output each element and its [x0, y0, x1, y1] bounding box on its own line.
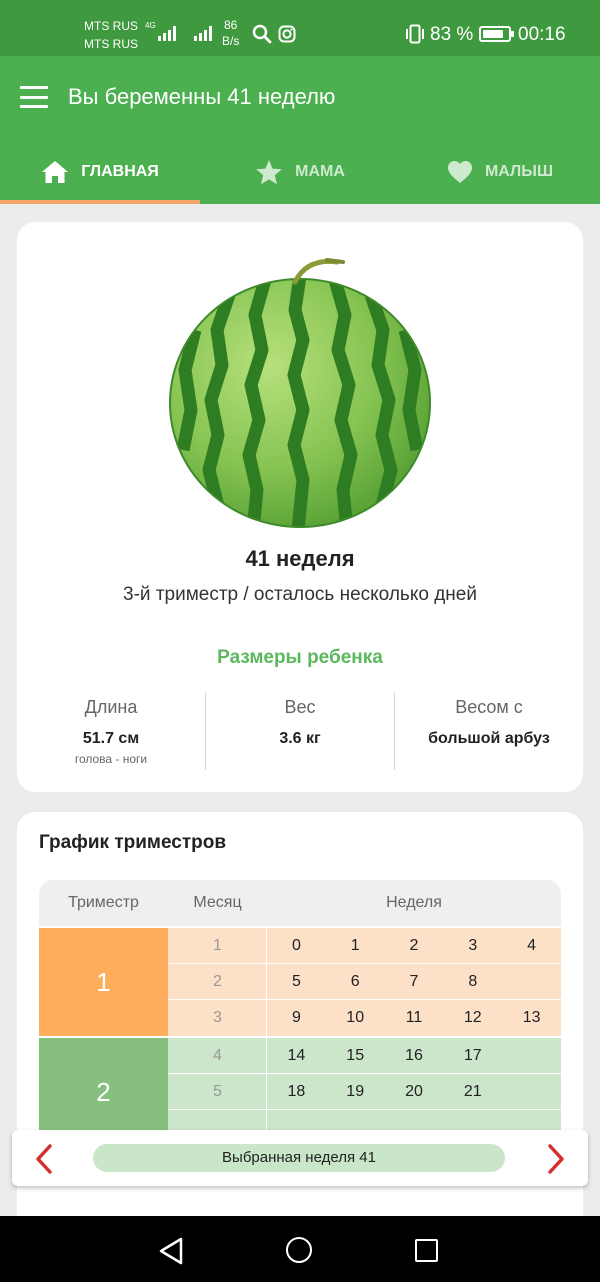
tab-indicator	[0, 200, 200, 204]
week-cell[interactable]: 2	[385, 928, 444, 963]
recent-apps-icon[interactable]	[415, 1239, 438, 1262]
week-cell[interactable]: 16	[385, 1038, 444, 1073]
header-week: Неделя	[386, 894, 442, 911]
metric-note: голова - ноги	[74, 752, 148, 766]
week-cell[interactable]: 4	[502, 928, 561, 963]
trimester-table: Триместр Месяц Неделя 1 1 0 1 2 3 4 2 5 6 7 8 3 9 10 11…	[39, 880, 561, 1146]
week-cell[interactable]: 7	[385, 964, 444, 999]
metric-label: Весом с	[455, 697, 523, 717]
week-cell[interactable]: 5	[267, 964, 326, 999]
table-body: 1 1 0 1 2 3 4 2 5 6 7 8 3 9 10 11 12 13 2 4 14 15 16 17 5 18 19 20 2…	[39, 928, 561, 1146]
table-row: 101234	[168, 928, 561, 964]
week-cell[interactable]: 12	[443, 1000, 502, 1036]
week-cell[interactable]: 10	[326, 1000, 385, 1036]
vibrate-icon	[406, 24, 424, 44]
metric-length: Длина 51.7 см голова - ноги	[17, 692, 205, 770]
week-cell[interactable]: 19	[326, 1074, 385, 1109]
table-row: 25678	[168, 964, 561, 1000]
week-cell[interactable]: 18	[267, 1074, 326, 1109]
table-row: 4 14 15 16 17	[168, 1038, 561, 1074]
week-selector: Выбранная неделя 41	[12, 1130, 588, 1186]
network-speed: 86 B/s	[222, 17, 239, 49]
tab-main-label: ГЛАВНАЯ	[81, 163, 159, 180]
app-bar: Вы беременны 41 неделю ГЛАВНАЯ МАМА МАЛЫ…	[0, 56, 600, 204]
month-cell: 1	[169, 928, 267, 963]
signal-icon	[194, 26, 212, 41]
week-cell[interactable]: 1	[326, 928, 385, 963]
network-type: 4G	[145, 21, 156, 30]
chevron-right-icon[interactable]	[546, 1144, 566, 1174]
status-bar: MTS RUS MTS RUS 4G 86 B/s 83 % 00:16	[0, 0, 600, 56]
week-cell[interactable]: 8	[443, 964, 502, 999]
battery-icon	[479, 26, 514, 42]
metric-label: Вес	[284, 697, 316, 717]
header-month: Месяц	[193, 894, 242, 911]
trimester-chart-title: График триместров	[39, 832, 227, 853]
baby-sizes-heading: Размеры ребенка	[217, 647, 383, 668]
table-row: 5 18 19 20 21	[168, 1074, 561, 1110]
selected-week-label: Выбранная неделя 41	[93, 1144, 505, 1172]
week-cell[interactable]: 21	[443, 1074, 502, 1109]
home-button-icon[interactable]	[286, 1237, 312, 1263]
tab-mom[interactable]: МАМА	[200, 144, 400, 200]
metric-value: большой арбуз	[428, 730, 550, 747]
table-header: Триместр Месяц Неделя	[39, 880, 561, 926]
week-cell[interactable]: 14	[267, 1038, 326, 1073]
week-cell[interactable]: 9	[267, 1000, 326, 1036]
network-speed-value: 86	[223, 18, 238, 32]
instagram-icon	[278, 25, 296, 43]
month-cell: 5	[169, 1074, 267, 1109]
metric-value: 51.7 см	[82, 730, 140, 747]
metric-label: Длина	[84, 697, 138, 717]
metric-value: 3.6 кг	[279, 730, 321, 747]
baby-size-card: 41 неделя 3-й триместр / осталось нескол…	[17, 222, 583, 792]
tab-bar: ГЛАВНАЯ МАМА МАЛЫШ	[0, 144, 600, 200]
home-icon	[42, 161, 69, 183]
week-cell[interactable]: 17	[443, 1038, 502, 1073]
tab-mom-label: МАМА	[295, 163, 345, 180]
week-cell[interactable]: 0	[267, 928, 326, 963]
tab-baby[interactable]: МАЛЫШ	[400, 144, 600, 200]
week-cell[interactable]: 13	[502, 1000, 561, 1036]
carrier-labels: MTS RUS MTS RUS	[84, 17, 138, 53]
trimester-chart-card: График триместров Триместр Месяц Неделя …	[17, 812, 583, 1282]
star-icon	[256, 159, 282, 184]
network-speed-unit: B/s	[222, 34, 240, 48]
metric-comparison: Весом с большой арбуз	[394, 692, 583, 770]
trimester-subtitle: 3-й триместр / осталось несколько дней	[123, 584, 477, 605]
chevron-left-icon[interactable]	[34, 1144, 54, 1174]
week-cell[interactable]: 15	[326, 1038, 385, 1073]
watermelon-image	[169, 258, 431, 528]
week-cell[interactable]: 20	[385, 1074, 444, 1109]
menu-icon[interactable]	[20, 86, 48, 108]
header-trimester: Триместр	[68, 894, 139, 911]
baby-metrics: Длина 51.7 см голова - ноги Вес 3.6 кг В…	[17, 692, 583, 770]
month-cell: 2	[169, 964, 267, 999]
week-title: 41 неделя	[245, 546, 355, 571]
trimester-number: 1	[39, 928, 168, 1036]
carrier-2: MTS RUS	[84, 37, 138, 51]
system-nav-bar	[0, 1216, 600, 1282]
page-title: Вы беременны 41 неделю	[68, 84, 336, 109]
month-cell: 4	[169, 1038, 267, 1073]
signal-icon	[158, 26, 176, 41]
battery-percent: 83 %	[430, 24, 474, 45]
back-icon[interactable]	[158, 1237, 184, 1265]
month-cell: 3	[169, 1000, 267, 1036]
metric-weight: Вес 3.6 кг	[205, 692, 394, 770]
tab-main[interactable]: ГЛАВНАЯ	[0, 144, 200, 200]
clock: 00:16	[518, 24, 566, 45]
carrier-1: MTS RUS	[84, 19, 138, 33]
heart-icon	[447, 161, 472, 183]
week-cell[interactable]: 3	[443, 928, 502, 963]
table-row: 3 9 10 11 12 13	[168, 1000, 561, 1036]
week-cell[interactable]: 6	[326, 964, 385, 999]
search-icon	[252, 24, 272, 44]
tab-baby-label: МАЛЫШ	[484, 163, 554, 180]
trimester-block: 1 1 0 1 2 3 4 2 5 6 7 8 3 9 10 11 12 13	[39, 928, 561, 1036]
week-cell[interactable]: 11	[385, 1000, 444, 1036]
